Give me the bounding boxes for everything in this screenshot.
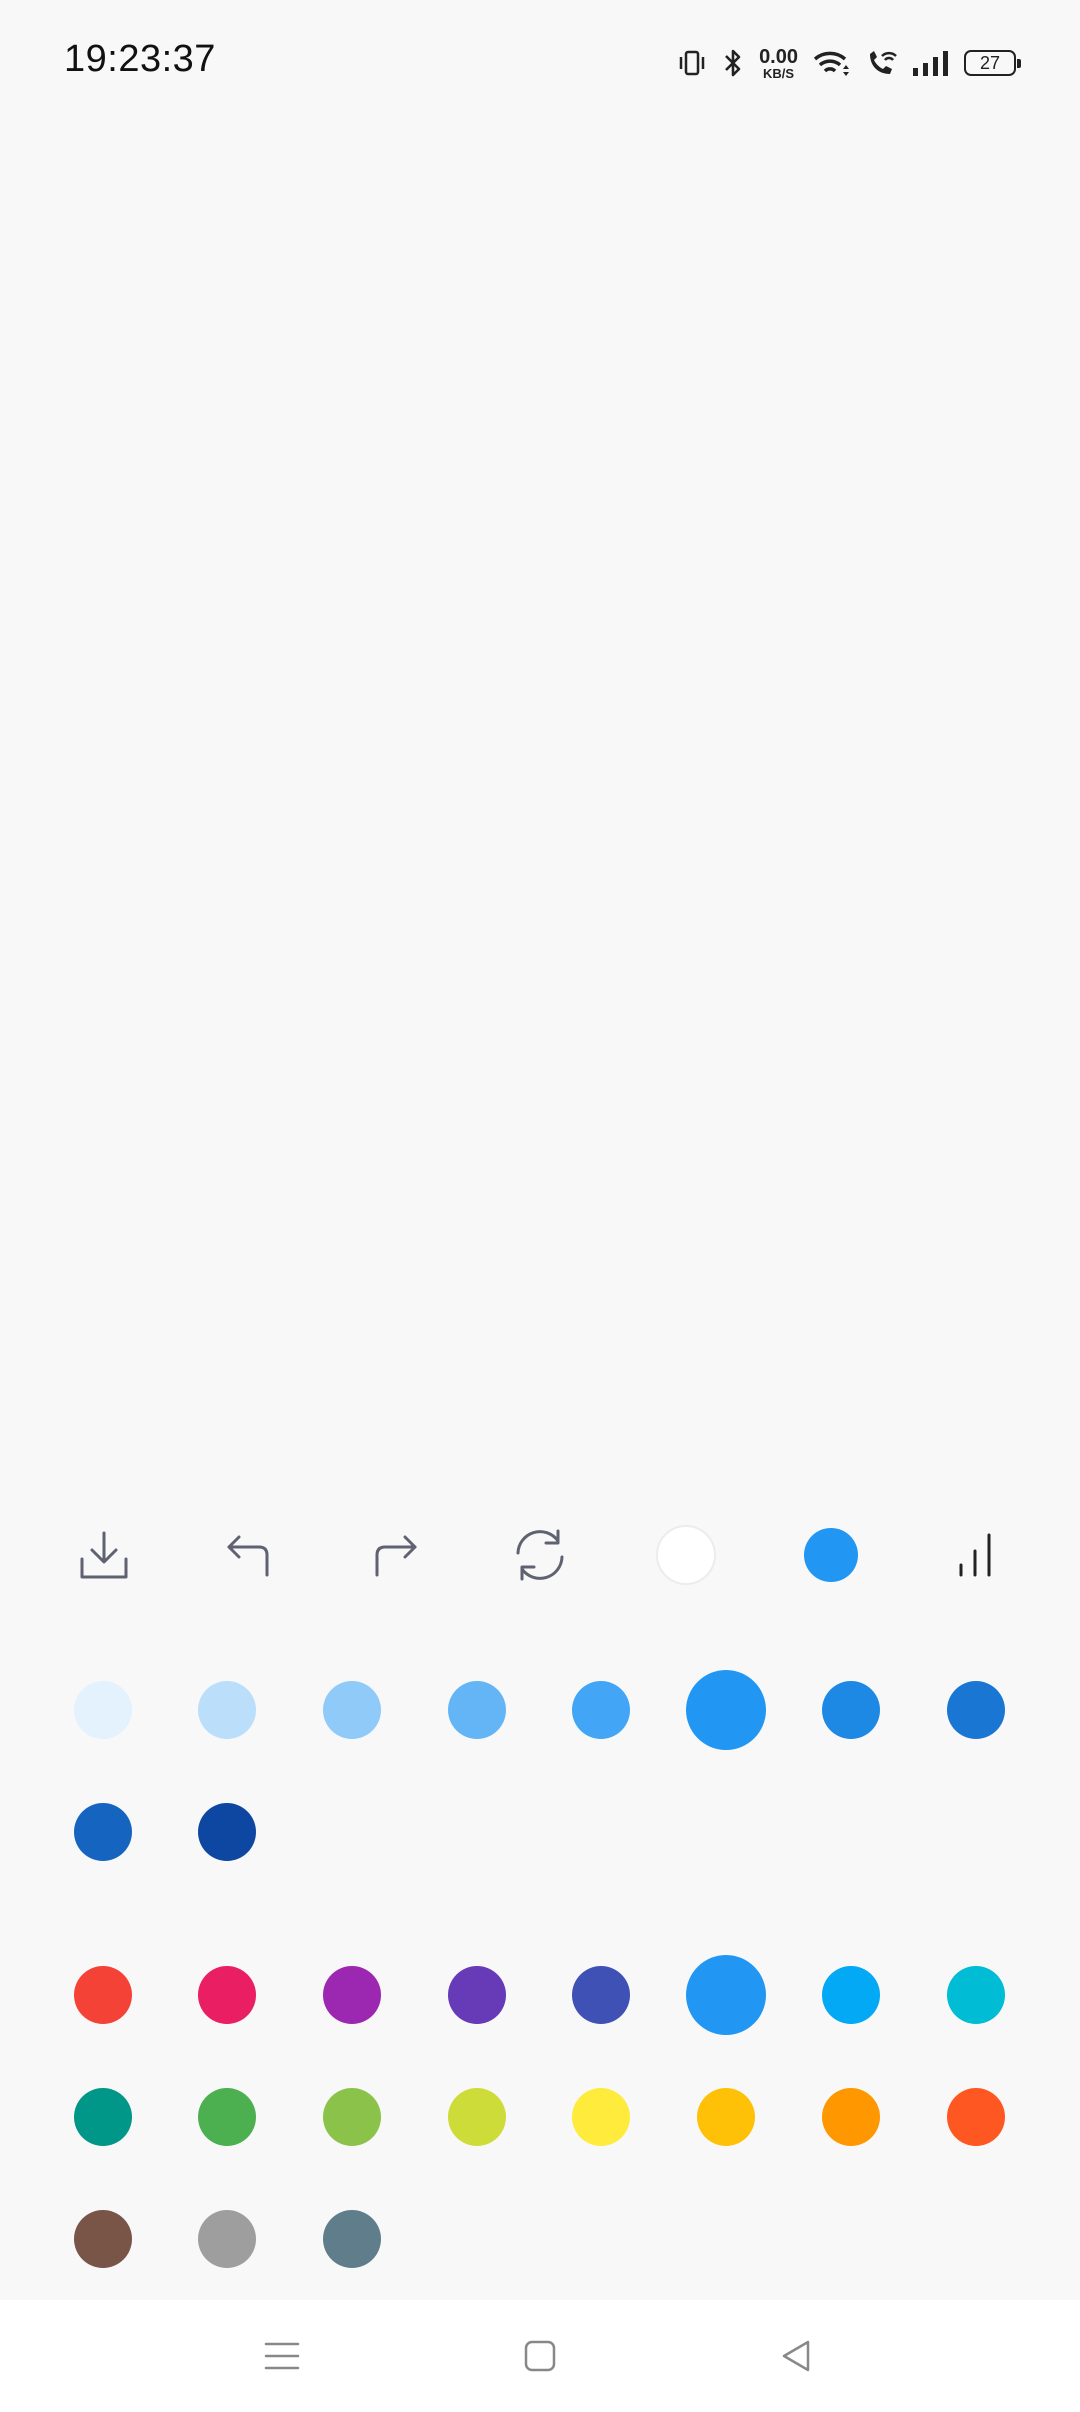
- color-swatch[interactable]: [572, 1966, 630, 2024]
- eraser-button[interactable]: [641, 1510, 731, 1600]
- wifi-calling-icon: [870, 51, 897, 74]
- color-swatch-selected[interactable]: [686, 1955, 766, 2035]
- brush-size-button[interactable]: [932, 1510, 1022, 1600]
- navigation-bar: [0, 2300, 1080, 2412]
- shade-color-swatch[interactable]: [947, 1681, 1005, 1739]
- color-swatch[interactable]: [323, 1966, 381, 2024]
- redo-icon: [375, 1535, 417, 1577]
- color-swatch[interactable]: [198, 1966, 256, 2024]
- shade-color-swatch-selected[interactable]: [686, 1670, 766, 1750]
- color-swatch[interactable]: [323, 2088, 381, 2146]
- color-swatch[interactable]: [822, 2088, 880, 2146]
- shade-color-swatch[interactable]: [74, 1681, 132, 1739]
- shade-color-swatch[interactable]: [198, 1803, 256, 1861]
- shade-color-swatch[interactable]: [448, 1681, 506, 1739]
- back-icon: [782, 2340, 810, 2372]
- shade-color-swatch[interactable]: [323, 1681, 381, 1739]
- reset-icon: [516, 1529, 564, 1581]
- redo-button[interactable]: [350, 1510, 440, 1600]
- color-swatch[interactable]: [198, 2210, 256, 2268]
- home-icon: [524, 2340, 556, 2372]
- cellular-signal-icon: [913, 51, 948, 76]
- save-icon: [80, 1531, 128, 1579]
- color-swatch[interactable]: [947, 2088, 1005, 2146]
- shade-color-swatch[interactable]: [198, 1681, 256, 1739]
- bluetooth-icon: [725, 49, 741, 77]
- undo-icon: [227, 1535, 269, 1577]
- vibrate-icon: [679, 50, 705, 76]
- back-button[interactable]: [766, 2326, 826, 2386]
- brush-size-icon: [959, 1533, 991, 1577]
- color-swatch[interactable]: [323, 2210, 381, 2268]
- net-speed: 0.00 KB/S: [759, 47, 798, 80]
- status-bar: 19:23:37 0.00 KB/S 27: [0, 0, 1080, 125]
- eraser-icon: [656, 1525, 716, 1585]
- color-swatch[interactable]: [448, 2088, 506, 2146]
- shade-color-swatch[interactable]: [572, 1681, 630, 1739]
- color-swatch[interactable]: [74, 2210, 132, 2268]
- reset-button[interactable]: [495, 1510, 585, 1600]
- battery-icon: 27: [964, 50, 1021, 76]
- color-swatch[interactable]: [947, 1966, 1005, 2024]
- toolbar: [0, 1510, 1080, 1600]
- net-speed-unit: KB/S: [763, 65, 795, 81]
- undo-button[interactable]: [204, 1510, 294, 1600]
- status-time: 19:23:37: [64, 38, 216, 80]
- shade-color-swatch[interactable]: [74, 1803, 132, 1861]
- net-speed-value: 0.00: [759, 45, 798, 68]
- wifi-icon: [813, 51, 849, 76]
- color-swatch[interactable]: [822, 1966, 880, 2024]
- color-swatch[interactable]: [697, 2088, 755, 2146]
- menu-button[interactable]: [252, 2326, 312, 2386]
- color-swatch[interactable]: [74, 1966, 132, 2024]
- current-color-icon: [804, 1528, 858, 1582]
- menu-icon: [264, 2342, 300, 2370]
- save-button[interactable]: [59, 1510, 149, 1600]
- current-color-button[interactable]: [786, 1510, 876, 1600]
- shade-color-swatch[interactable]: [822, 1681, 880, 1739]
- color-swatch[interactable]: [74, 2088, 132, 2146]
- drawing-canvas[interactable]: [0, 125, 1080, 1495]
- home-button[interactable]: [510, 2326, 570, 2386]
- color-swatch[interactable]: [198, 2088, 256, 2146]
- battery-level: 27: [979, 52, 1001, 73]
- color-swatch[interactable]: [572, 2088, 630, 2146]
- color-swatch[interactable]: [448, 1966, 506, 2024]
- status-icons: 0.00 KB/S 27: [677, 40, 1021, 86]
